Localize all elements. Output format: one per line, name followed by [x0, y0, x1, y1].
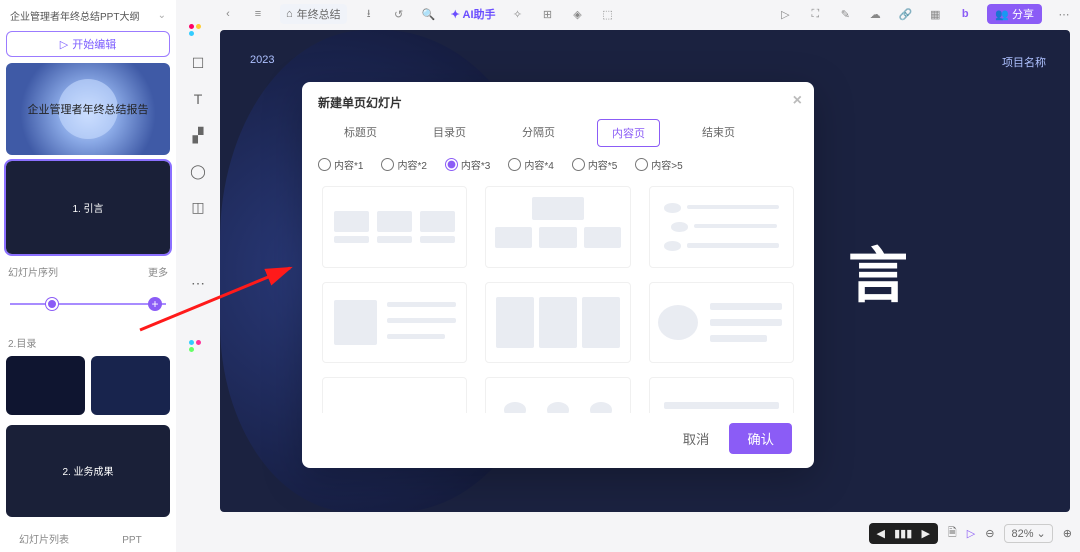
radio-content-1[interactable]: 内容*1: [318, 157, 363, 172]
cancel-button[interactable]: 取消: [673, 423, 720, 454]
tool-a-icon[interactable]: ⊞: [540, 6, 556, 22]
template-option[interactable]: [485, 186, 630, 268]
doc-title-text: 企业管理者年终总结PPT大纲: [10, 8, 139, 23]
template-option[interactable]: [649, 282, 794, 364]
mini-thumb-b[interactable]: [91, 356, 170, 415]
more-icon[interactable]: ⋯: [189, 274, 207, 292]
mini-row-label: 2.目录: [6, 331, 170, 350]
radio-content-3[interactable]: 内容*3: [445, 157, 490, 172]
comment-icon[interactable]: ✎: [837, 6, 853, 22]
overflow-icon[interactable]: ⋯: [1056, 6, 1072, 22]
mini-thumb-a[interactable]: [6, 356, 85, 415]
doc-title[interactable]: 企业管理者年终总结PPT大纲 ⌄: [6, 6, 170, 25]
slide-panel: 企业管理者年终总结PPT大纲 ⌄ ▷ 开始编辑 企业管理者年终总结报告 1. 引…: [0, 0, 176, 530]
slide-thumb-4[interactable]: 2. 业务成果: [6, 425, 170, 517]
template-option[interactable]: [485, 282, 630, 364]
share-icon: 👥: [995, 8, 1009, 21]
start-edit-button[interactable]: ▷ 开始编辑: [6, 31, 170, 57]
new-slide-modal: 新建单页幻灯片 × 标题页 目录页 分隔页 内容页 结束页 内容*1 内容*2 …: [302, 82, 814, 468]
slide-heading-partial: 言: [848, 228, 910, 315]
sparkle-icon[interactable]: ✧: [510, 6, 526, 22]
radio-content-5[interactable]: 内容*5: [572, 157, 617, 172]
template-option[interactable]: [322, 377, 467, 413]
share-button[interactable]: 👥 分享: [987, 4, 1042, 24]
timeline[interactable]: +: [6, 285, 170, 325]
start-edit-label: 开始编辑: [72, 36, 116, 52]
radio-content-2[interactable]: 内容*2: [381, 157, 426, 172]
zoom-in-icon[interactable]: ⊕: [1063, 527, 1072, 540]
template-grid: [322, 186, 794, 413]
play-icon: ▷: [60, 38, 68, 51]
close-icon[interactable]: ×: [793, 92, 802, 110]
section-more-link[interactable]: 更多: [148, 264, 168, 279]
slide-2-title: 1. 引言: [72, 200, 103, 215]
theme-colors-icon[interactable]: [189, 24, 207, 36]
template-option[interactable]: [649, 186, 794, 268]
slide-project-label: 项目名称: [1002, 54, 1046, 70]
cloud-icon[interactable]: ☁: [867, 6, 883, 22]
template-option[interactable]: [649, 377, 794, 413]
zoom-out-icon[interactable]: ⊖: [985, 527, 994, 540]
template-option[interactable]: [485, 377, 630, 413]
content-count-radios: 内容*1 内容*2 内容*3 内容*4 内容*5 内容>5: [302, 157, 814, 182]
home-icon: ⌂: [286, 8, 293, 20]
breadcrumb-pill[interactable]: ⌂ 年终总结: [280, 4, 347, 24]
tab-ppt[interactable]: PPT: [88, 530, 176, 552]
brand-b-icon[interactable]: b: [957, 6, 973, 22]
radio-content-gt5[interactable]: 内容>5: [635, 157, 682, 172]
zoom-value[interactable]: 82% ⌄: [1004, 524, 1052, 543]
slide-4-title: 2. 业务成果: [62, 463, 113, 478]
share-label: 分享: [1012, 6, 1034, 22]
image-icon[interactable]: ▞: [189, 126, 207, 144]
notes-icon[interactable]: 🗎: [948, 524, 957, 543]
ai-assistant-button[interactable]: ✦ AI助手: [451, 6, 496, 22]
modal-tabs: 标题页 目录页 分隔页 内容页 结束页: [302, 119, 814, 157]
topbar: ‹ ≡ ⌂ 年终总结 ⭳ ↺ 🔍 ✦ AI助手 ✧ ⊞ ◈ ⬚ ▷ ⛶ ✎ ☁ …: [220, 2, 1072, 26]
slide-thumb-1[interactable]: 企业管理者年终总结报告: [6, 63, 170, 155]
tab-title-page[interactable]: 标题页: [330, 119, 391, 147]
page-indicator[interactable]: ◀ ▮▮▮ ▶: [869, 523, 938, 544]
history-icon[interactable]: ↺: [391, 6, 407, 22]
template-option[interactable]: [322, 282, 467, 364]
timeline-add-button[interactable]: +: [148, 297, 162, 311]
slide-1-title: 企业管理者年终总结报告: [28, 101, 149, 117]
crop-icon[interactable]: ☐: [189, 54, 207, 72]
grid-icon[interactable]: ▦: [927, 6, 943, 22]
template-option[interactable]: [322, 186, 467, 268]
tab-content-page[interactable]: 内容页: [597, 119, 660, 147]
slide-thumb-2[interactable]: 1. 引言: [6, 161, 170, 253]
chevron-down-icon: ⌄: [158, 10, 166, 21]
palette-icon[interactable]: [189, 340, 207, 352]
export-icon[interactable]: ⭳: [361, 6, 377, 22]
menu-icon[interactable]: ≡: [250, 6, 266, 22]
tab-slide-list[interactable]: 幻灯片列表: [0, 530, 88, 552]
tab-divider-page[interactable]: 分隔页: [508, 119, 569, 147]
timeline-node[interactable]: [46, 298, 58, 310]
shape-icon[interactable]: ◯: [189, 162, 207, 180]
back-icon[interactable]: ‹: [220, 6, 236, 22]
slide-year: 2023: [250, 54, 274, 66]
tab-toc-page[interactable]: 目录页: [419, 119, 480, 147]
confirm-button[interactable]: 确认: [729, 423, 792, 454]
search-icon[interactable]: 🔍: [421, 6, 437, 22]
section-label: 幻灯片序列 更多: [6, 260, 170, 279]
tool-c-icon[interactable]: ⬚: [600, 6, 616, 22]
link-icon[interactable]: 🔗: [897, 6, 913, 22]
vertical-toolbar: ☐ T ▞ ◯ ◫ ⋯: [184, 24, 212, 352]
text-icon[interactable]: T: [189, 90, 207, 108]
breadcrumb-text: 年终总结: [297, 6, 341, 22]
modal-title: 新建单页幻灯片: [318, 96, 402, 110]
play-small-icon[interactable]: ▷: [967, 527, 975, 540]
present-icon[interactable]: ⛶: [807, 6, 823, 22]
chart-icon[interactable]: ◫: [189, 198, 207, 216]
status-bar: ◀ ▮▮▮ ▶ 🗎 ▷ ⊖ 82% ⌄ ⊕: [220, 520, 1072, 546]
left-bottom-tabs: 幻灯片列表 PPT: [0, 530, 176, 552]
tab-end-page[interactable]: 结束页: [688, 119, 749, 147]
play-icon[interactable]: ▷: [777, 6, 793, 22]
radio-content-4[interactable]: 内容*4: [508, 157, 553, 172]
tool-b-icon[interactable]: ◈: [570, 6, 586, 22]
